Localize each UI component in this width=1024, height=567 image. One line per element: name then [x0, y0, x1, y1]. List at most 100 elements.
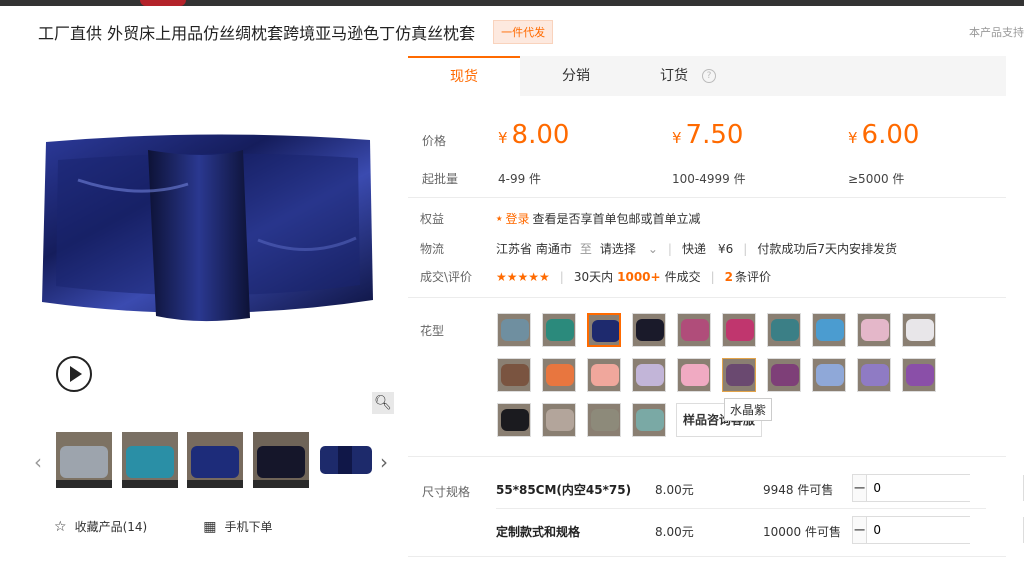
tab-spot[interactable]: 现货	[408, 56, 520, 96]
swatch-pillow	[591, 409, 619, 431]
pattern-swatch[interactable]	[632, 403, 666, 437]
play-icon[interactable]	[56, 356, 92, 392]
spec-stock: 10000 件可售	[763, 525, 841, 539]
logistics-row: 物流 江苏省 南通市 至 请选择 ⌄ | 快递 ¥6 | 付款成功后7天内安排发货	[420, 240, 897, 257]
review-suffix[interactable]: 条评价	[735, 268, 771, 285]
pattern-swatch[interactable]	[902, 313, 936, 347]
swatch-pillow	[861, 319, 889, 341]
sales-suffix: 件成交	[664, 270, 701, 284]
tier-price-value: 6.00	[861, 120, 920, 150]
pattern-swatch[interactable]	[857, 358, 891, 392]
swatch-pillow	[861, 364, 889, 386]
spec-row: 55*85CM(内空45*75) 8.00元 9948 件可售 − +	[496, 474, 1024, 504]
swatch-pillow	[906, 364, 934, 386]
divider	[408, 297, 1006, 298]
thumbnail[interactable]	[187, 432, 243, 488]
swatch-pillow	[771, 364, 799, 386]
thumbnail[interactable]	[122, 432, 178, 488]
pattern-swatch[interactable]	[497, 358, 531, 392]
pattern-swatch[interactable]	[542, 313, 576, 347]
pattern-swatch[interactable]	[587, 403, 621, 437]
pattern-swatch[interactable]	[767, 313, 801, 347]
swatch-tooltip: 水晶紫	[724, 398, 773, 421]
tab-order-label: 订货	[660, 68, 688, 84]
pattern-swatch[interactable]	[632, 313, 666, 347]
currency-symbol: ¥	[848, 129, 858, 147]
chevron-left-icon[interactable]: ‹	[34, 450, 42, 474]
decrement-button[interactable]: −	[853, 475, 867, 501]
tab-order[interactable]: 订货?	[632, 56, 744, 96]
price-tier: ¥7.50	[672, 120, 743, 160]
price-label: 价格	[422, 134, 447, 148]
swatch-pillow	[591, 364, 619, 386]
thumbnail[interactable]	[253, 432, 309, 488]
spec-name: 55*85CM(内空45*75)	[496, 483, 632, 497]
swatch-pillow	[592, 320, 619, 342]
pattern-swatch[interactable]	[587, 358, 621, 392]
pattern-swatch[interactable]	[497, 403, 531, 437]
pattern-swatch[interactable]	[542, 358, 576, 392]
zoom-icon[interactable]: 🔍︎	[372, 392, 394, 414]
separator: |	[710, 269, 715, 284]
moq-label: 起批量	[422, 172, 459, 186]
review-count[interactable]: 2	[725, 270, 733, 284]
tier-qty: 4-99 件	[498, 172, 542, 186]
qr-icon: ▦	[203, 519, 217, 535]
tier-price: ¥6.00	[848, 120, 919, 150]
login-link[interactable]: 登录	[505, 210, 529, 227]
main-product-image[interactable]	[38, 120, 378, 340]
spec-stock: 9948 件可售	[763, 483, 834, 497]
pattern-swatch[interactable]	[677, 358, 711, 392]
pattern-swatch[interactable]	[497, 313, 531, 347]
tier-price: ¥7.50	[672, 120, 743, 150]
pattern-swatch[interactable]	[632, 358, 666, 392]
tier-price-value: 7.50	[685, 120, 744, 150]
tab-distribution[interactable]: 分销	[520, 56, 632, 96]
swatch-pillow	[726, 364, 754, 386]
favorite-label: 收藏产品(14)	[74, 520, 148, 534]
thumbnail[interactable]	[318, 432, 374, 488]
tab-distribution-label: 分销	[562, 68, 590, 84]
pattern-swatch[interactable]	[677, 313, 711, 347]
swatch-pillow	[501, 364, 529, 386]
spec-price: 8.00元	[655, 483, 694, 497]
mobile-order-button[interactable]: ▦ 手机下单	[203, 518, 272, 535]
swatch-pillow	[546, 364, 574, 386]
pattern-swatch[interactable]	[902, 358, 936, 392]
favorite-button[interactable]: ☆ 收藏产品(14)	[54, 518, 147, 535]
pattern-swatch[interactable]	[587, 313, 621, 347]
swatch-pillow	[771, 319, 799, 341]
destination-select[interactable]: 请选择 ⌄	[600, 240, 658, 257]
spec-row: 定制款式和规格 8.00元 10000 件可售 − +	[496, 516, 1024, 546]
rating-stars: ★★★★★	[496, 269, 550, 284]
separator: |	[667, 241, 672, 256]
chevron-right-icon[interactable]: ›	[380, 450, 388, 474]
top-bar	[0, 0, 1024, 6]
quantity-input[interactable]	[866, 517, 1024, 543]
divider	[496, 508, 986, 509]
price-tier: ¥8.00	[498, 120, 569, 160]
shipping-method: 快递	[681, 242, 706, 256]
pattern-swatch[interactable]	[722, 358, 756, 392]
help-icon[interactable]: ?	[702, 69, 716, 83]
swatch-pillow	[816, 364, 844, 386]
benefits-text: 查看是否享首单包邮或首单立减	[532, 212, 701, 226]
star-icon: ☆	[54, 519, 67, 535]
pattern-swatch[interactable]	[542, 403, 576, 437]
pattern-label: 花型	[420, 324, 445, 338]
benefits-row: 权益 ⭑ 登录 查看是否享首单包邮或首单立减	[420, 210, 701, 227]
swatch-pillow	[546, 319, 574, 341]
pattern-swatch[interactable]	[722, 313, 756, 347]
thumbnail[interactable]	[56, 432, 112, 488]
dropship-badge: 一件代发	[493, 20, 554, 44]
pattern-swatch[interactable]	[857, 313, 891, 347]
pattern-swatch[interactable]	[767, 358, 801, 392]
pattern-swatch[interactable]	[812, 358, 846, 392]
bottom-actions: ☆ 收藏产品(14) ▦ 手机下单	[54, 518, 272, 535]
tier-price: ¥8.00	[498, 120, 569, 150]
currency-symbol: ¥	[672, 129, 682, 147]
swatch-pillow	[726, 319, 754, 341]
decrement-button[interactable]: −	[853, 517, 867, 543]
quantity-input[interactable]	[866, 475, 1024, 501]
pattern-swatch[interactable]	[812, 313, 846, 347]
